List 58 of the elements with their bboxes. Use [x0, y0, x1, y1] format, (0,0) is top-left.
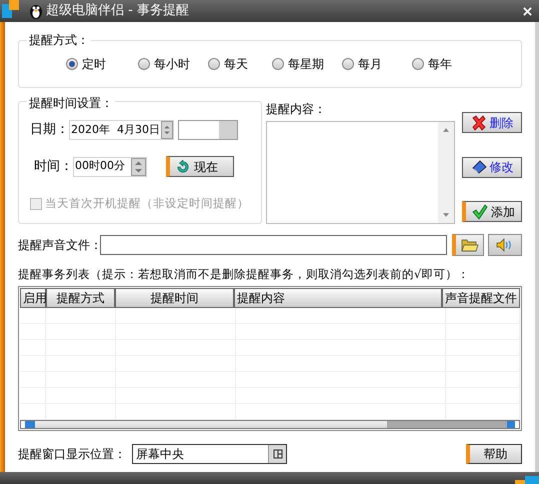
- radio-option[interactable]: 每天: [208, 55, 272, 73]
- action-button[interactable]: 删除: [462, 112, 522, 133]
- horizontal-scrollbar[interactable]: [20, 420, 520, 430]
- content-textarea[interactable]: [266, 121, 455, 224]
- radio-option[interactable]: 每星期: [272, 55, 342, 73]
- content-label: 提醒内容：: [266, 101, 327, 118]
- x-icon: [470, 114, 486, 130]
- reminder-table[interactable]: 启用 提醒方式 提醒时间 提醒内容 声音提醒文件: [18, 286, 522, 432]
- radio-button[interactable]: [272, 58, 284, 70]
- radio-button[interactable]: [342, 58, 354, 70]
- close-icon: [522, 6, 532, 16]
- radio-option[interactable]: 每小时: [138, 55, 208, 73]
- scroll-down-icon[interactable]: [443, 213, 449, 217]
- sound-file-field[interactable]: [100, 235, 447, 255]
- browse-button[interactable]: [452, 234, 484, 256]
- group-label: 提醒时间设置：: [27, 94, 115, 112]
- list-hint: 提醒事务列表（提示：若想取消而不是删除提醒事务，则取消勾选列表前的√即可）：: [18, 266, 470, 283]
- column-header[interactable]: 提醒内容: [234, 288, 442, 308]
- refresh-icon: [176, 160, 190, 174]
- eraser-icon: [470, 159, 486, 175]
- column-header[interactable]: 启用: [20, 288, 46, 308]
- spin-button[interactable]: [160, 121, 173, 139]
- play-sound-button[interactable]: [488, 234, 522, 256]
- now-button[interactable]: 现在: [166, 156, 234, 177]
- position-label: 提醒窗口显示位置：: [18, 446, 127, 464]
- sound-label: 提醒声音文件：: [18, 237, 100, 254]
- color-swatch[interactable]: [178, 120, 238, 140]
- scrollbar[interactable]: [438, 122, 454, 223]
- scroll-up-icon[interactable]: [443, 128, 449, 132]
- radio-button[interactable]: [412, 58, 424, 70]
- time-field[interactable]: 00时00分: [73, 156, 147, 176]
- corner-decoration-drawing: [1, 0, 20, 18]
- window-title: 超级电脑伴侣 - 事务提醒: [46, 2, 189, 20]
- column-header[interactable]: 提醒时间: [115, 288, 234, 308]
- radio-button[interactable]: [208, 58, 220, 70]
- date-label: 日期：: [30, 121, 69, 140]
- position-dropdown[interactable]: 屏幕中央: [132, 444, 287, 464]
- group-label: 提醒方式：: [27, 31, 91, 49]
- spin-button[interactable]: [131, 158, 146, 176]
- dropdown-button[interactable]: [268, 445, 286, 464]
- radio-button[interactable]: [66, 58, 78, 70]
- radio-option[interactable]: 每月: [342, 55, 412, 73]
- window-layout-icon: [272, 449, 282, 460]
- action-button[interactable]: 修改: [462, 156, 522, 178]
- speaker-icon: [496, 238, 514, 252]
- radio-button[interactable]: [138, 58, 150, 70]
- folder-icon: [460, 238, 478, 252]
- radio-option[interactable]: 定时: [66, 55, 138, 73]
- column-header[interactable]: 提醒方式: [46, 288, 116, 308]
- help-button[interactable]: 帮助: [466, 444, 522, 464]
- action-button[interactable]: 添加: [462, 201, 522, 222]
- checkmark-icon: [472, 204, 488, 220]
- penguin-icon: [28, 3, 44, 19]
- date-field[interactable]: 2020年 4月30日: [69, 120, 174, 140]
- radio-option[interactable]: 每年: [412, 55, 472, 73]
- column-header[interactable]: 声音提醒文件: [442, 288, 520, 308]
- corner-decoration-drawing: [515, 476, 539, 484]
- time-label: 时间：: [33, 158, 73, 176]
